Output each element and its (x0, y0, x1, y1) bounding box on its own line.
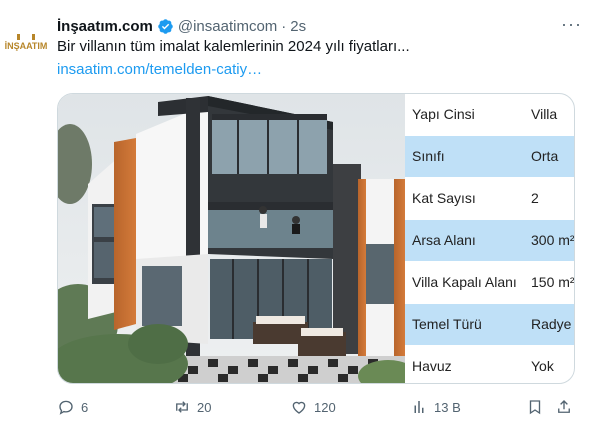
table-row: Havuz Yok (405, 346, 574, 383)
like-button[interactable]: 120 (290, 395, 336, 419)
views-icon (414, 401, 424, 413)
bookmark-button[interactable] (526, 395, 544, 419)
bookmark-icon (529, 400, 541, 415)
reply-icon (59, 400, 73, 415)
row-value: Radye (531, 316, 572, 332)
table-row: Temel Türü Radye (405, 304, 574, 345)
row-value: 2 (531, 190, 539, 206)
separator-dot: · (281, 17, 287, 35)
like-count: 120 (314, 399, 336, 415)
specs-table: Yapı Cinsi Villa Sınıfı Orta Kat Sayısı … (405, 94, 574, 383)
row-value: 150 m² (531, 274, 575, 290)
tweet-text: Bir villanın tüm imalat kalemlerinin 202… (57, 38, 410, 55)
tweet-link[interactable]: insaatim.com/temelden-catiy… (57, 60, 262, 80)
tweet-actions: 6 20 120 13 B (57, 395, 577, 419)
retweet-icon (176, 401, 188, 413)
table-row: Villa Kapalı Alanı 150 m² (405, 262, 574, 303)
row-value: Villa (531, 106, 558, 122)
author-name[interactable]: İnşaatım.com (57, 18, 153, 35)
tweet-header: İnşaatım.com @insaatimcom · 2s (57, 16, 306, 36)
table-row: Arsa Alanı 300 m² (405, 220, 574, 261)
row-key: Kat Sayısı (412, 190, 476, 206)
row-value: 300 m² (531, 232, 575, 248)
share-button[interactable] (555, 395, 573, 419)
avatar-logo-text: İNŞAATIM (4, 40, 48, 51)
row-key: Villa Kapalı Alanı (412, 274, 517, 290)
row-value: Orta (531, 148, 559, 164)
row-key: Temel Türü (412, 316, 482, 332)
table-row: Yapı Cinsi Villa (405, 94, 574, 135)
author-handle[interactable]: @insaatimcom (178, 18, 277, 35)
row-key: Yapı Cinsi (412, 106, 475, 122)
table-row: Sınıfı Orta (405, 136, 574, 177)
heart-icon (292, 401, 306, 414)
reply-button[interactable]: 6 (57, 395, 88, 419)
media-card[interactable]: Yapı Cinsi Villa Sınıfı Orta Kat Sayısı … (57, 93, 575, 384)
row-key: Sınıfı (412, 148, 445, 164)
reply-count: 6 (81, 399, 89, 415)
retweet-count: 20 (197, 399, 212, 415)
row-value: Yok (531, 358, 554, 374)
row-key: Havuz (412, 358, 452, 374)
tweet-time[interactable]: 2s (290, 18, 306, 35)
logo-mark (17, 33, 35, 40)
share-icon (558, 400, 570, 413)
avatar[interactable]: İNŞAATIM (4, 20, 48, 64)
retweet-button[interactable]: 20 (173, 395, 211, 419)
row-key: Arsa Alanı (412, 232, 476, 248)
more-options-icon[interactable]: ··· (561, 14, 582, 35)
table-row: Kat Sayısı 2 (405, 178, 574, 219)
villa-photo (58, 94, 405, 383)
views-button[interactable]: 13 B (410, 395, 461, 419)
views-count: 13 B (434, 399, 461, 415)
verified-badge-icon (158, 18, 173, 34)
